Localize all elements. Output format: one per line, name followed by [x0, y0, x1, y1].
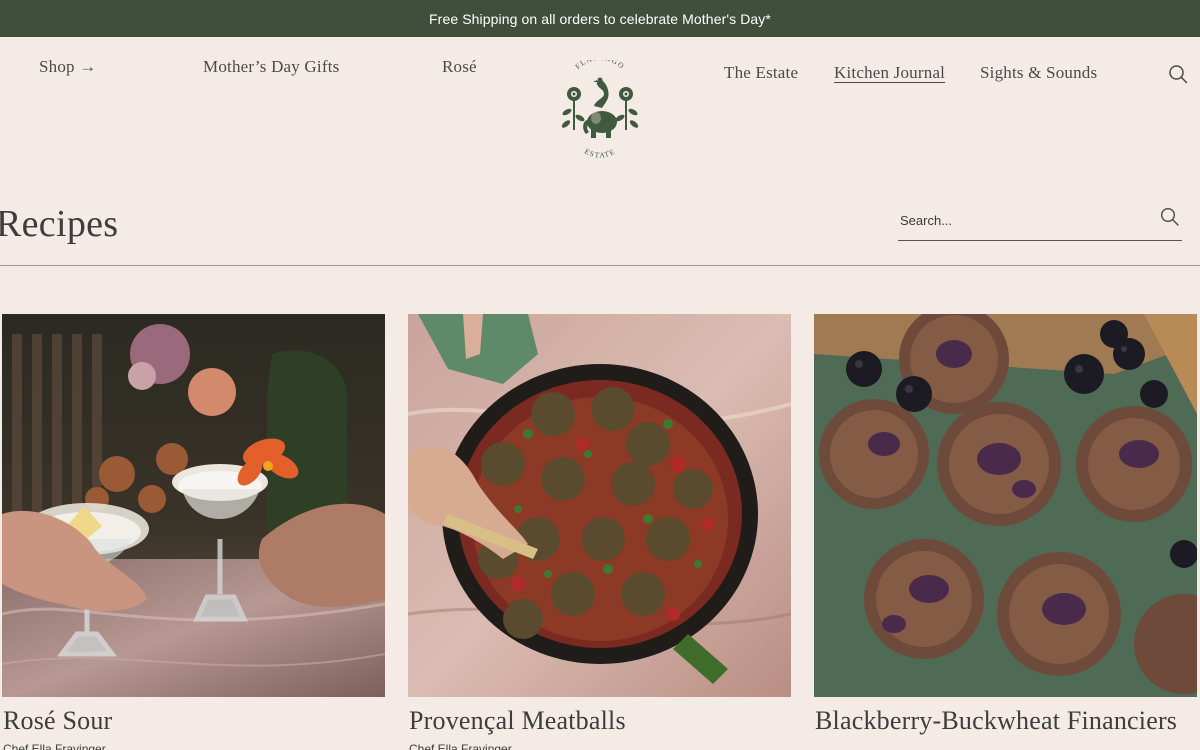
recipe-image-rose-sour[interactable]: [2, 314, 385, 697]
page-title: Recipes: [0, 203, 119, 245]
recipe-image-blackberry-financiers[interactable]: [814, 314, 1197, 697]
promo-banner[interactable]: Free Shipping on all orders to celebrate…: [0, 0, 1200, 37]
nav-kitchen-journal[interactable]: Kitchen Journal: [834, 63, 945, 83]
section-divider: [0, 265, 1200, 266]
logo-bottom-text: ESTATE: [583, 147, 616, 160]
nav-mothers-day-gifts[interactable]: Mother’s Day Gifts: [203, 57, 339, 77]
recipe-image-provencal-meatballs[interactable]: [408, 314, 791, 697]
recipe-card[interactable]: Rosé Sour Chef Ella Fravinger: [2, 314, 385, 750]
search-icon[interactable]: [1168, 64, 1188, 84]
recipe-author: Chef Ella Fravinger: [409, 742, 512, 750]
recipe-title[interactable]: Provençal Meatballs: [409, 706, 626, 736]
recipe-search: [898, 203, 1182, 241]
recipe-title[interactable]: Blackberry-Buckwheat Financiers: [815, 706, 1177, 736]
recipe-title[interactable]: Rosé Sour: [3, 706, 112, 736]
svg-text:FLAMINGO: FLAMINGO: [573, 60, 626, 71]
recipe-card[interactable]: Provençal Meatballs Chef Ella Fravinger: [408, 314, 791, 750]
search-input[interactable]: [900, 207, 1150, 233]
logo-top-text: FLAMINGO: [573, 53, 625, 71]
flamingo-estate-logo[interactable]: FLAMINGO ESTATE: [558, 53, 642, 160]
promo-text: Free Shipping on all orders to celebrate…: [429, 10, 771, 27]
nav-shop[interactable]: Shop →: [39, 57, 96, 77]
recipe-card[interactable]: Blackberry-Buckwheat Financiers: [814, 314, 1197, 735]
search-icon[interactable]: [1160, 207, 1180, 227]
recipe-author: Chef Ella Fravinger: [3, 742, 106, 750]
nav-sights-sounds[interactable]: Sights & Sounds: [980, 63, 1097, 83]
nav-rose[interactable]: Rosé: [442, 57, 477, 77]
svg-text:ESTATE: ESTATE: [583, 147, 617, 160]
nav-the-estate[interactable]: The Estate: [724, 63, 798, 83]
